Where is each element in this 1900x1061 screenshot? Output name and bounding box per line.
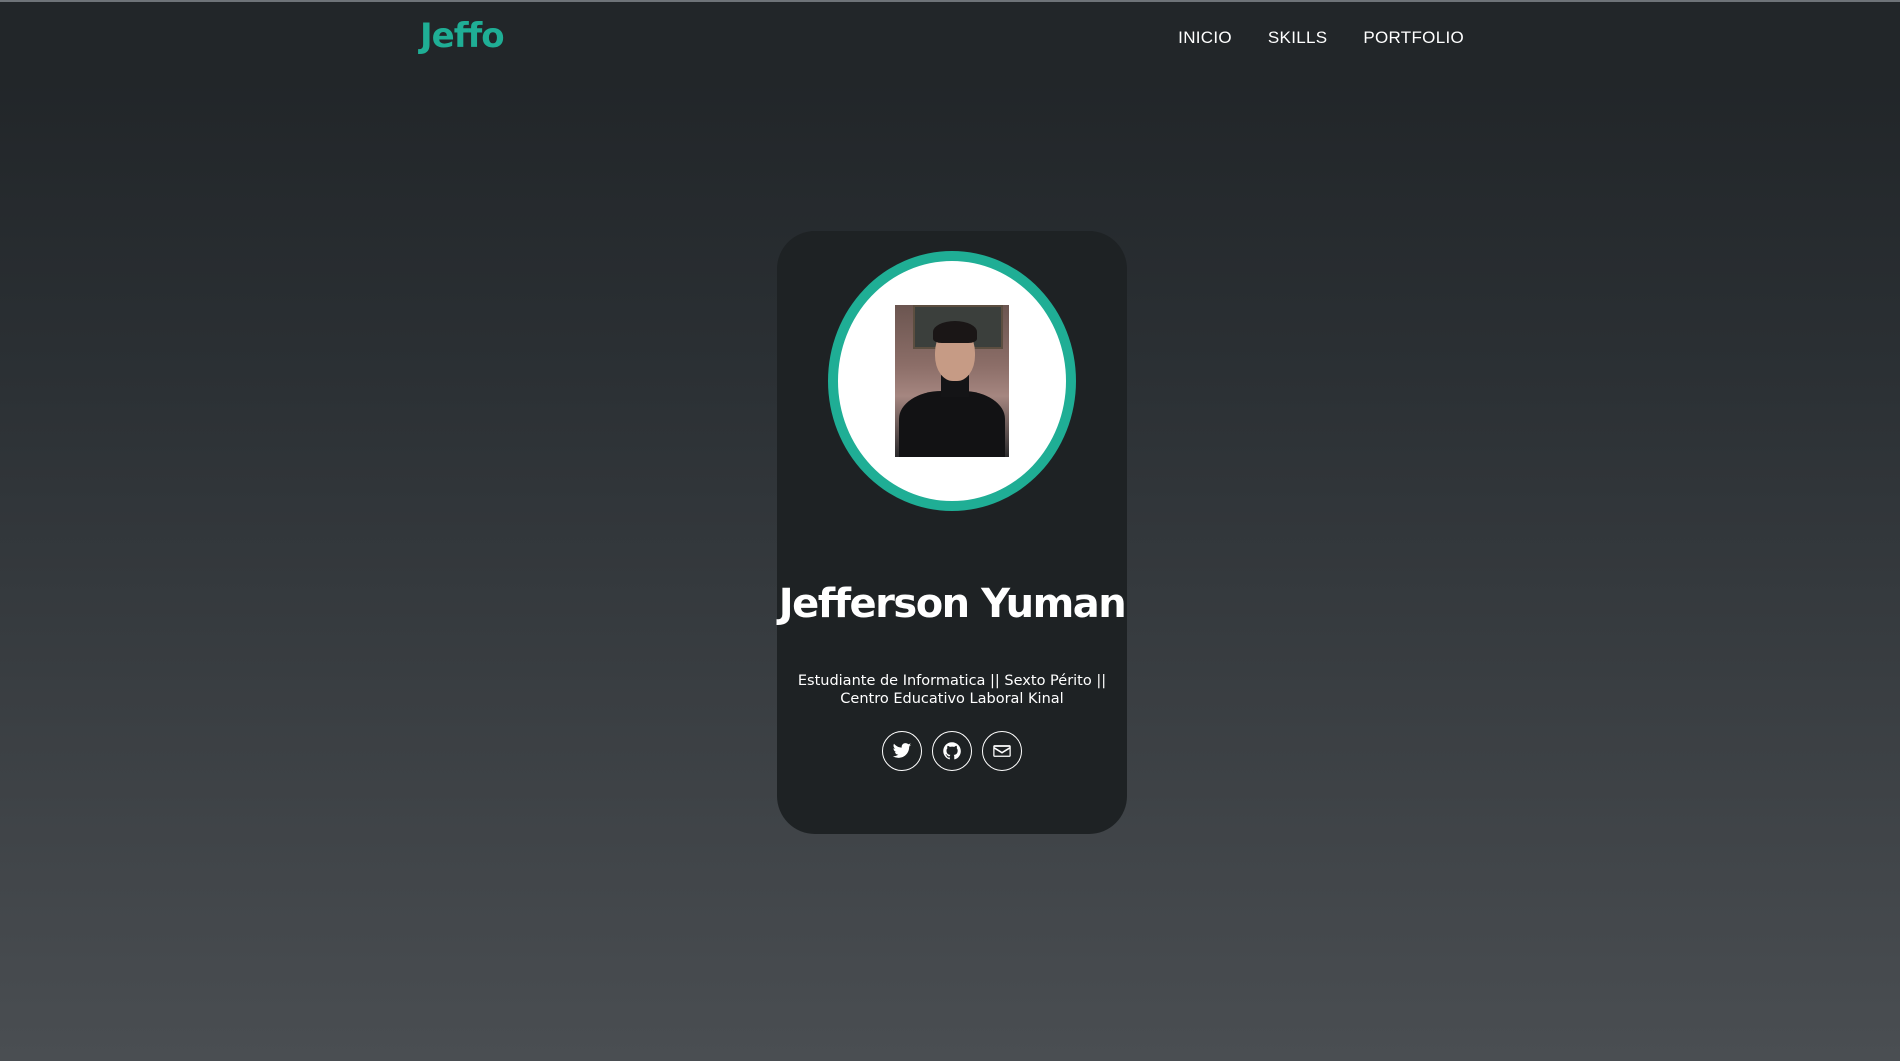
nav-link-skills[interactable]: SKILLS [1268,28,1327,48]
envelope-icon [993,745,1011,757]
photo-torso [899,391,1005,457]
profile-bio: Estudiante de Informatica || Sexto Périt… [797,672,1107,707]
github-icon [943,742,961,760]
twitter-icon [892,743,912,758]
github-button[interactable] [932,731,972,771]
photo-hair [933,321,977,343]
profile-name: Jefferson Yuman [778,580,1127,627]
twitter-button[interactable] [882,731,922,771]
avatar-ring [828,251,1076,511]
email-button[interactable] [982,731,1022,771]
profile-card: Jefferson Yuman Estudiante de Informatic… [777,231,1127,834]
nav-menu: INICIO SKILLS PORTFOLIO [1178,28,1464,48]
nav-link-inicio[interactable]: INICIO [1178,28,1232,48]
brand-logo[interactable]: Jeffo [420,16,505,56]
social-links [777,731,1127,771]
nav-link-portfolio[interactable]: PORTFOLIO [1363,28,1464,48]
profile-photo [895,305,1009,457]
navbar: Jeffo INICIO SKILLS PORTFOLIO [0,2,1900,76]
